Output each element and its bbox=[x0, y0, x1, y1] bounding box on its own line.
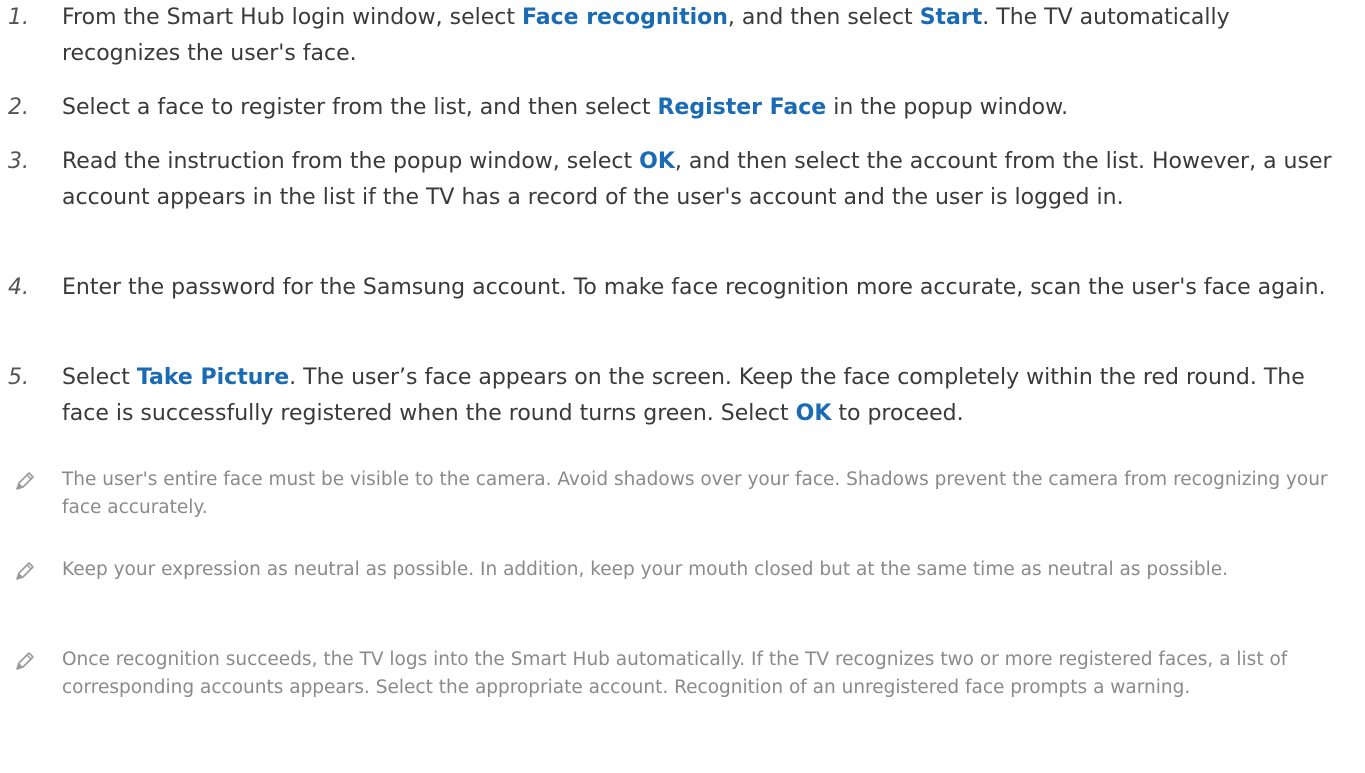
step-2: 2. Select a face to register from the li… bbox=[8, 90, 1348, 126]
step-3: 3. Read the instruction from the popup w… bbox=[8, 144, 1348, 216]
menu-term-ok: OK bbox=[795, 401, 832, 426]
step-number: 2. bbox=[8, 95, 29, 120]
step-text-segment: Select a face to register from the list,… bbox=[62, 95, 658, 120]
step-4: 4. Enter the password for the Samsung ac… bbox=[8, 270, 1348, 306]
step-text-segment: Read the instruction from the popup wind… bbox=[62, 149, 640, 174]
step-number: 3. bbox=[8, 149, 29, 174]
note-text: Keep your expression as neutral as possi… bbox=[62, 559, 1228, 580]
step-text-segment: Enter the password for the Samsung accou… bbox=[62, 275, 1326, 300]
menu-term-ok: OK bbox=[639, 149, 675, 174]
step-text: Read the instruction from the popup wind… bbox=[62, 144, 1348, 216]
note-3: Once recognition succeeds, the TV logs i… bbox=[8, 646, 1358, 702]
instruction-page: 1. From the Smart Hub login window, sele… bbox=[0, 0, 1365, 773]
step-number: 1. bbox=[8, 5, 29, 30]
step-number: 4. bbox=[8, 275, 29, 300]
step-5: 5. Select Take Picture. The user’s face … bbox=[8, 360, 1348, 432]
pencil-icon bbox=[16, 652, 34, 670]
step-1: 1. From the Smart Hub login window, sele… bbox=[8, 0, 1348, 72]
step-text: Enter the password for the Samsung accou… bbox=[62, 270, 1348, 306]
menu-term-take-picture: Take Picture bbox=[136, 365, 290, 390]
note-text: Once recognition succeeds, the TV logs i… bbox=[62, 649, 1288, 698]
note-1: The user's entire face must be visible t… bbox=[8, 466, 1358, 522]
step-text-segment: to proceed. bbox=[831, 401, 964, 426]
step-text-segment: Select bbox=[62, 365, 137, 390]
step-text: From the Smart Hub login window, select … bbox=[62, 0, 1348, 72]
pencil-icon bbox=[16, 472, 34, 490]
step-text-segment: in the popup window. bbox=[826, 95, 1069, 120]
pencil-icon bbox=[16, 562, 34, 580]
note-2: Keep your expression as neutral as possi… bbox=[8, 556, 1358, 584]
note-text: The user's entire face must be visible t… bbox=[62, 469, 1328, 518]
step-text-segment: , and then select bbox=[727, 5, 920, 30]
step-text: Select a face to register from the list,… bbox=[62, 90, 1348, 126]
menu-term-start: Start bbox=[919, 5, 983, 30]
step-number: 5. bbox=[8, 365, 29, 390]
step-text-segment: From the Smart Hub login window, select bbox=[62, 5, 522, 30]
step-text: Select Take Picture. The user’s face app… bbox=[62, 360, 1348, 432]
menu-term-register-face: Register Face bbox=[657, 95, 827, 120]
menu-term-face-recognition: Face recognition bbox=[521, 5, 728, 30]
